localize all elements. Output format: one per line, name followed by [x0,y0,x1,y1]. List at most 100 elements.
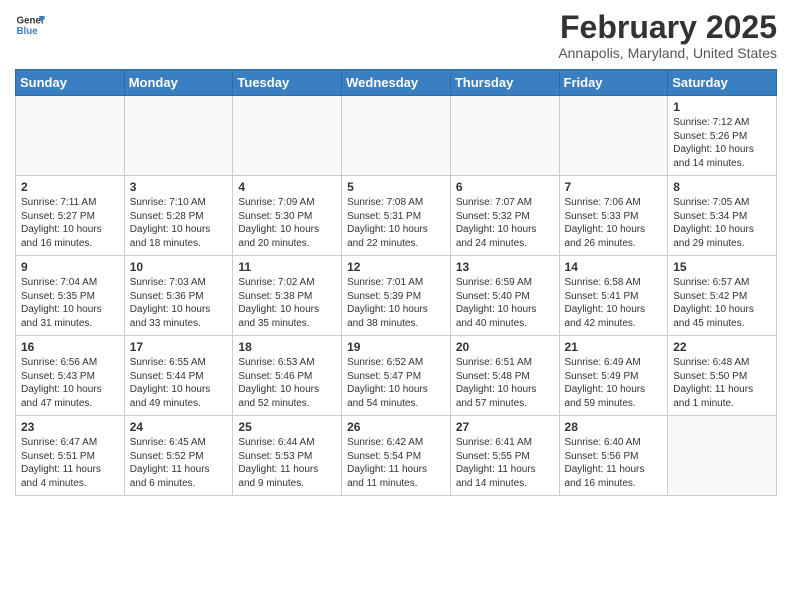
table-row [124,96,233,176]
day-info: Sunrise: 7:02 AM Sunset: 5:38 PM Dayligh… [238,276,336,330]
col-friday: Friday [559,70,668,96]
day-info: Sunrise: 7:01 AM Sunset: 5:39 PM Dayligh… [347,276,445,330]
calendar-week-row: 2 Sunrise: 7:11 AM Sunset: 5:27 PM Daylig… [16,176,777,256]
day-info: Sunrise: 6:41 AM Sunset: 5:55 PM Dayligh… [456,436,554,490]
table-row: 5Sunrise: 7:08 AM Sunset: 5:31 PM Daylig… [342,176,451,256]
col-tuesday: Tuesday [233,70,342,96]
day-number: 4 [238,180,336,194]
logo-icon: General Blue [15,10,45,40]
day-info: Sunrise: 6:45 AM Sunset: 5:52 PM Dayligh… [130,436,228,490]
day-info: Sunrise: 7:06 AM Sunset: 5:33 PM Dayligh… [565,196,663,250]
day-info: Sunrise: 6:44 AM Sunset: 5:53 PM Dayligh… [238,436,336,490]
day-number: 13 [456,260,554,274]
day-info: Sunrise: 7:05 AM Sunset: 5:34 PM Dayligh… [673,196,771,250]
day-number: 16 [21,340,119,354]
day-number: 17 [130,340,228,354]
table-row: 3 Sunrise: 7:10 AM Sunset: 5:28 PM Daylig… [124,176,233,256]
day-number: 23 [21,420,119,434]
svg-text:Blue: Blue [17,26,39,37]
day-number: 2 [21,180,119,194]
day-info: Sunrise: 6:52 AM Sunset: 5:47 PM Dayligh… [347,356,445,410]
calendar-week-row: 9 Sunrise: 7:04 AM Sunset: 5:35 PM Daylig… [16,256,777,336]
day-number: 25 [238,420,336,434]
table-row: 13 Sunrise: 6:59 AM Sunset: 5:40 PM Dayli… [450,256,559,336]
day-number: 11 [238,260,336,274]
day-number: 18 [238,340,336,354]
col-wednesday: Wednesday [342,70,451,96]
day-info: Sunrise: 7:04 AM Sunset: 5:35 PM Dayligh… [21,276,119,330]
day-number: 14 [565,260,663,274]
day-number: 3 [130,180,228,194]
day-info: Sunrise: 6:42 AM Sunset: 5:54 PM Dayligh… [347,436,445,490]
table-row [450,96,559,176]
table-row: 27 Sunrise: 6:41 AM Sunset: 5:55 PM Dayli… [450,416,559,496]
day-number: 1 [673,100,771,114]
day-info: Sunrise: 6:58 AM Sunset: 5:41 PM Dayligh… [565,276,663,330]
day-info: Sunrise: 7:11 AM Sunset: 5:27 PM Dayligh… [21,196,119,250]
table-row: 9 Sunrise: 7:04 AM Sunset: 5:35 PM Daylig… [16,256,125,336]
day-info: Sunrise: 6:56 AM Sunset: 5:43 PM Dayligh… [21,356,119,410]
day-info: Sunrise: 6:59 AM Sunset: 5:40 PM Dayligh… [456,276,554,330]
table-row: 12 Sunrise: 7:01 AM Sunset: 5:39 PM Dayli… [342,256,451,336]
day-number: 26 [347,420,445,434]
day-info: Sunrise: 7:03 AM Sunset: 5:36 PM Dayligh… [130,276,228,330]
day-info: Sunrise: 6:55 AM Sunset: 5:44 PM Dayligh… [130,356,228,410]
day-number: 6 [456,180,554,194]
day-info: Sunrise: 7:09 AM Sunset: 5:30 PM Dayligh… [238,196,336,250]
day-info: Sunrise: 6:40 AM Sunset: 5:56 PM Dayligh… [565,436,663,490]
table-row [16,96,125,176]
table-row: 19 Sunrise: 6:52 AM Sunset: 5:47 PM Dayli… [342,336,451,416]
table-row: 18 Sunrise: 6:53 AM Sunset: 5:46 PM Dayli… [233,336,342,416]
table-row: 25 Sunrise: 6:44 AM Sunset: 5:53 PM Dayli… [233,416,342,496]
day-info: Sunrise: 7:12 AM Sunset: 5:26 PM Dayligh… [673,116,771,170]
day-number: 7 [565,180,663,194]
table-row: 2 Sunrise: 7:11 AM Sunset: 5:27 PM Daylig… [16,176,125,256]
table-row: 22 Sunrise: 6:48 AM Sunset: 5:50 PM Dayli… [668,336,777,416]
day-number: 28 [565,420,663,434]
table-row: 10 Sunrise: 7:03 AM Sunset: 5:36 PM Dayli… [124,256,233,336]
day-number: 8 [673,180,771,194]
table-row [668,416,777,496]
day-info: Sunrise: 6:49 AM Sunset: 5:49 PM Dayligh… [565,356,663,410]
table-row: 24 Sunrise: 6:45 AM Sunset: 5:52 PM Dayli… [124,416,233,496]
table-row: 8 Sunrise: 7:05 AM Sunset: 5:34 PM Daylig… [668,176,777,256]
table-row: 15 Sunrise: 6:57 AM Sunset: 5:42 PM Dayli… [668,256,777,336]
day-info: Sunrise: 6:51 AM Sunset: 5:48 PM Dayligh… [456,356,554,410]
day-info: Sunrise: 6:57 AM Sunset: 5:42 PM Dayligh… [673,276,771,330]
day-number: 15 [673,260,771,274]
table-row: 11 Sunrise: 7:02 AM Sunset: 5:38 PM Dayli… [233,256,342,336]
day-info: Sunrise: 7:08 AM Sunset: 5:31 PM Dayligh… [347,196,445,250]
table-row [233,96,342,176]
subtitle: Annapolis, Maryland, United States [558,45,777,61]
day-number: 19 [347,340,445,354]
col-thursday: Thursday [450,70,559,96]
day-info: Sunrise: 6:48 AM Sunset: 5:50 PM Dayligh… [673,356,771,410]
table-row: 7 Sunrise: 7:06 AM Sunset: 5:33 PM Daylig… [559,176,668,256]
day-number: 12 [347,260,445,274]
day-number: 27 [456,420,554,434]
col-saturday: Saturday [668,70,777,96]
table-row: 14 Sunrise: 6:58 AM Sunset: 5:41 PM Dayli… [559,256,668,336]
day-number: 20 [456,340,554,354]
table-row: 4 Sunrise: 7:09 AM Sunset: 5:30 PM Daylig… [233,176,342,256]
day-info: Sunrise: 7:10 AM Sunset: 5:28 PM Dayligh… [130,196,228,250]
day-info: Sunrise: 6:53 AM Sunset: 5:46 PM Dayligh… [238,356,336,410]
calendar-week-row: 23 Sunrise: 6:47 AM Sunset: 5:51 PM Dayli… [16,416,777,496]
table-row: 16 Sunrise: 6:56 AM Sunset: 5:43 PM Dayli… [16,336,125,416]
day-number: 10 [130,260,228,274]
table-row: 23 Sunrise: 6:47 AM Sunset: 5:51 PM Dayli… [16,416,125,496]
title-block: February 2025 Annapolis, Maryland, Unite… [558,10,777,61]
calendar-table: Sunday Monday Tuesday Wednesday Thursday… [15,69,777,496]
table-row: 28 Sunrise: 6:40 AM Sunset: 5:56 PM Dayli… [559,416,668,496]
table-row: 1 Sunrise: 7:12 AM Sunset: 5:26 PM Daylig… [668,96,777,176]
day-number: 9 [21,260,119,274]
col-sunday: Sunday [16,70,125,96]
logo: General Blue [15,10,47,40]
header: General Blue February 2025 Annapolis, Ma… [15,10,777,61]
table-row: 26 Sunrise: 6:42 AM Sunset: 5:54 PM Dayli… [342,416,451,496]
day-info: Sunrise: 6:47 AM Sunset: 5:51 PM Dayligh… [21,436,119,490]
calendar-week-row: 16 Sunrise: 6:56 AM Sunset: 5:43 PM Dayli… [16,336,777,416]
day-number: 24 [130,420,228,434]
day-number: 22 [673,340,771,354]
table-row: 6Sunrise: 7:07 AM Sunset: 5:32 PM Daylig… [450,176,559,256]
